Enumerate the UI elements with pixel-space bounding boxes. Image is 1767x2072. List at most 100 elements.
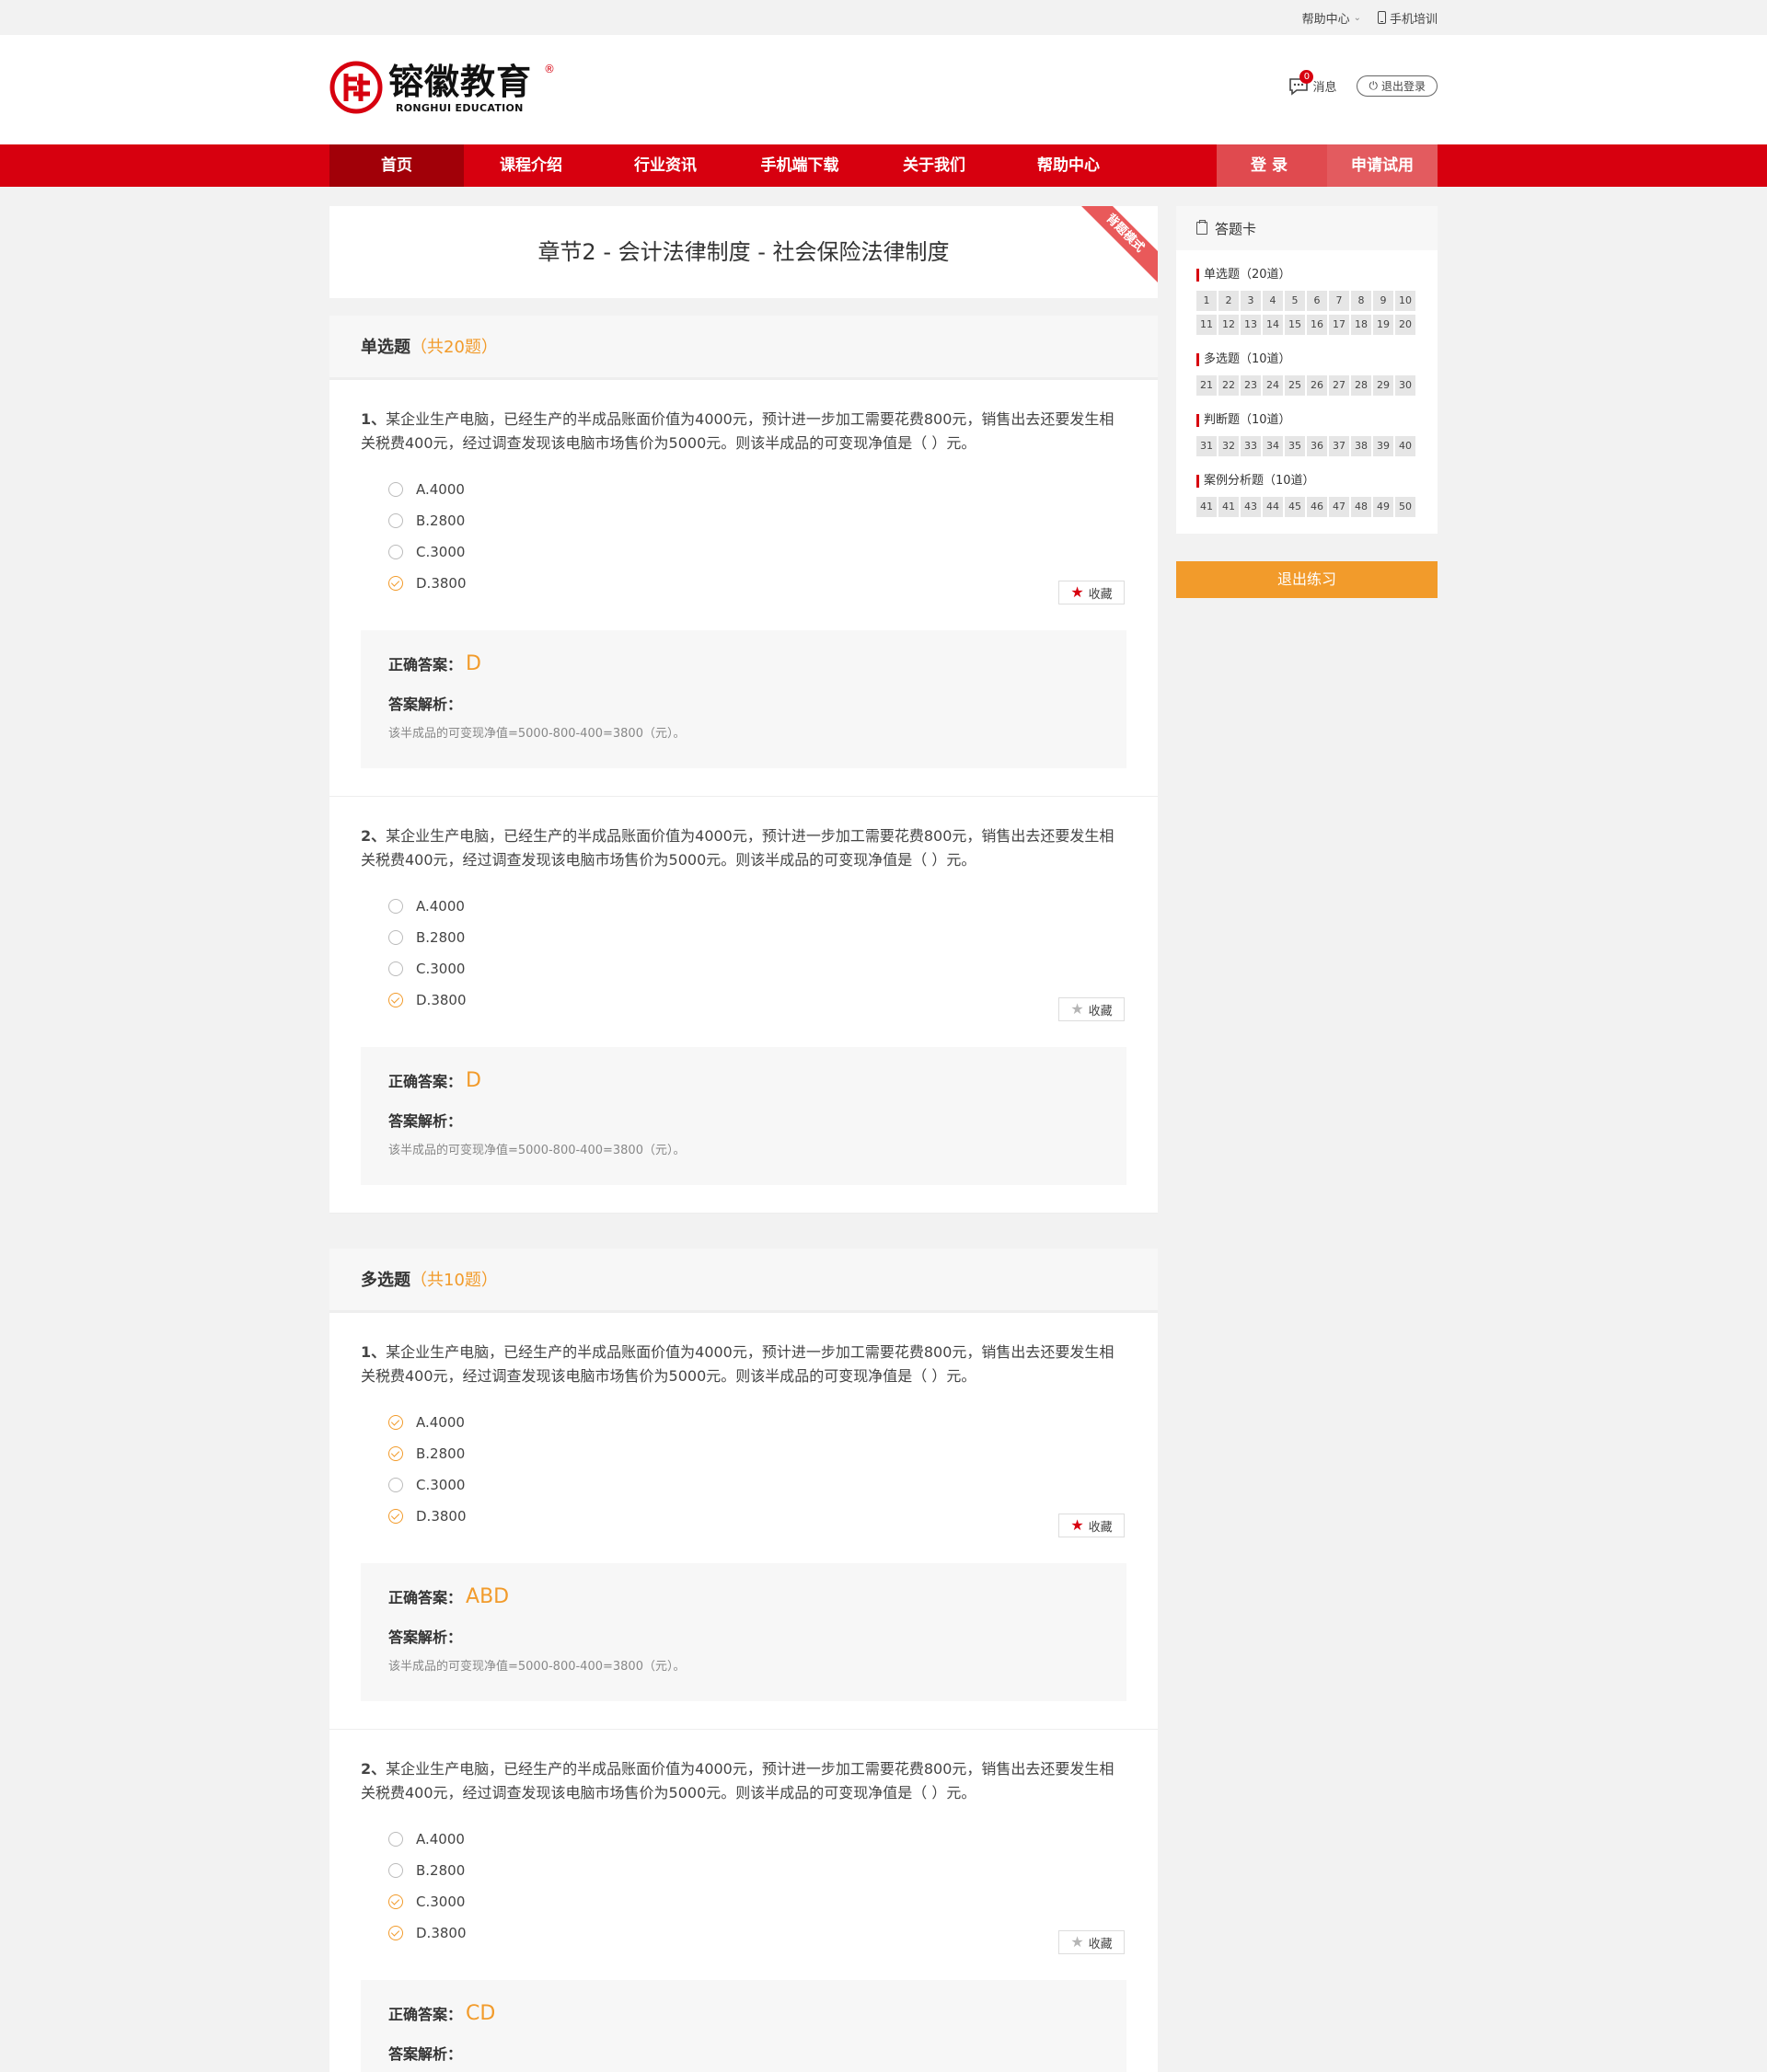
- question-number-cell[interactable]: 46: [1307, 497, 1327, 517]
- radio-empty-icon[interactable]: [388, 930, 403, 945]
- question-number-cell[interactable]: 36: [1307, 436, 1327, 456]
- question-number-cell[interactable]: 10: [1395, 291, 1415, 311]
- radio-checked-icon[interactable]: [388, 993, 403, 1007]
- question-number-cell[interactable]: 19: [1373, 315, 1393, 335]
- nav-item-news[interactable]: 行业资讯: [598, 144, 733, 187]
- answer-option[interactable]: A.4000: [388, 1824, 1126, 1855]
- question-number-cell[interactable]: 23: [1241, 375, 1261, 396]
- question-number-cell[interactable]: 22: [1218, 375, 1239, 396]
- question-number-cell[interactable]: 28: [1351, 375, 1371, 396]
- answer-option[interactable]: B.2800: [388, 1855, 1126, 1886]
- question-number-cell[interactable]: 49: [1373, 497, 1393, 517]
- radio-empty-icon[interactable]: [388, 513, 403, 528]
- radio-empty-icon[interactable]: [388, 1832, 403, 1847]
- answer-option[interactable]: C.3000: [388, 1469, 1126, 1501]
- question-number-cell[interactable]: 50: [1395, 497, 1415, 517]
- radio-checked-icon[interactable]: [388, 1446, 403, 1461]
- nav-item-courses[interactable]: 课程介绍: [464, 144, 598, 187]
- answer-option[interactable]: B.2800: [388, 505, 1126, 536]
- question-number-cell[interactable]: 18: [1351, 315, 1371, 335]
- favorite-button[interactable]: ★ 收藏: [1058, 997, 1125, 1021]
- nav-item-help[interactable]: 帮助中心: [1001, 144, 1136, 187]
- question-number-cell[interactable]: 7: [1329, 291, 1349, 311]
- question-number-cell[interactable]: 34: [1263, 436, 1283, 456]
- question-number-cell[interactable]: 26: [1307, 375, 1327, 396]
- question-number-cell[interactable]: 16: [1307, 315, 1327, 335]
- radio-empty-icon[interactable]: [388, 1478, 403, 1492]
- question-number-cell[interactable]: 39: [1373, 436, 1393, 456]
- question-number-cell[interactable]: 33: [1241, 436, 1261, 456]
- question-number-cell[interactable]: 29: [1373, 375, 1393, 396]
- nav-item-about[interactable]: 关于我们: [867, 144, 1001, 187]
- question-number-cell[interactable]: 43: [1241, 497, 1261, 517]
- question-number-cell[interactable]: 25: [1285, 375, 1305, 396]
- answer-option[interactable]: C.3000: [388, 1886, 1126, 1917]
- messages-button[interactable]: 0 消息: [1288, 69, 1336, 96]
- question-number-cell[interactable]: 11: [1196, 315, 1217, 335]
- question-number-cell[interactable]: 14: [1263, 315, 1283, 335]
- question-number-cell[interactable]: 24: [1263, 375, 1283, 396]
- nav-item-mobile-download[interactable]: 手机端下载: [733, 144, 867, 187]
- radio-empty-icon[interactable]: [388, 482, 403, 497]
- question-number-cell[interactable]: 37: [1329, 436, 1349, 456]
- question-number-cell[interactable]: 47: [1329, 497, 1349, 517]
- favorite-button[interactable]: ★ 收藏: [1058, 1514, 1125, 1537]
- question-number-cell[interactable]: 41: [1218, 497, 1239, 517]
- question-number-cell[interactable]: 13: [1241, 315, 1261, 335]
- radio-checked-icon[interactable]: [388, 576, 403, 591]
- question-number-cell[interactable]: 40: [1395, 436, 1415, 456]
- nav-item-home[interactable]: 首页: [329, 144, 464, 187]
- question-number-cell[interactable]: 38: [1351, 436, 1371, 456]
- radio-empty-icon[interactable]: [388, 961, 403, 976]
- question-number-cell[interactable]: 32: [1218, 436, 1239, 456]
- mobile-training-link[interactable]: 手机培训: [1377, 9, 1438, 27]
- question-number-cell[interactable]: 5: [1285, 291, 1305, 311]
- question-number-cell[interactable]: 8: [1351, 291, 1371, 311]
- exit-practice-button[interactable]: 退出练习: [1176, 561, 1438, 598]
- answer-option[interactable]: C.3000: [388, 953, 1126, 984]
- radio-checked-icon[interactable]: [388, 1894, 403, 1909]
- question-number-cell[interactable]: 44: [1263, 497, 1283, 517]
- question-number-cell[interactable]: 9: [1373, 291, 1393, 311]
- answer-option[interactable]: D.3800: [388, 984, 1126, 1016]
- answer-option[interactable]: A.4000: [388, 891, 1126, 922]
- question-number-cell[interactable]: 6: [1307, 291, 1327, 311]
- question-number-cell[interactable]: 35: [1285, 436, 1305, 456]
- question-number-cell[interactable]: 3: [1241, 291, 1261, 311]
- question-number-cell[interactable]: 48: [1351, 497, 1371, 517]
- login-button[interactable]: 登录: [1217, 144, 1327, 187]
- radio-empty-icon[interactable]: [388, 899, 403, 914]
- radio-empty-icon[interactable]: [388, 1863, 403, 1878]
- apply-trial-button[interactable]: 申请试用: [1327, 144, 1438, 187]
- favorite-button[interactable]: ★ 收藏: [1058, 1930, 1125, 1954]
- question-number-cell[interactable]: 21: [1196, 375, 1217, 396]
- radio-checked-icon[interactable]: [388, 1509, 403, 1524]
- question-number-cell[interactable]: 4: [1263, 291, 1283, 311]
- question-number-cell[interactable]: 31: [1196, 436, 1217, 456]
- question-number-cell[interactable]: 41: [1196, 497, 1217, 517]
- question-number-cell[interactable]: 45: [1285, 497, 1305, 517]
- answer-option[interactable]: D.3800: [388, 1501, 1126, 1532]
- question-number-cell[interactable]: 2: [1218, 291, 1239, 311]
- help-center-link[interactable]: 帮助中心 ⌄: [1302, 9, 1361, 27]
- answer-option[interactable]: A.4000: [388, 1407, 1126, 1438]
- answer-option[interactable]: A.4000: [388, 474, 1126, 505]
- answer-option[interactable]: B.2800: [388, 922, 1126, 953]
- site-logo[interactable]: 镕徽教育 RONGHUI EDUCATION ®: [329, 61, 555, 114]
- question-number-cell[interactable]: 12: [1218, 315, 1239, 335]
- radio-empty-icon[interactable]: [388, 545, 403, 559]
- question-number-cell[interactable]: 27: [1329, 375, 1349, 396]
- question-number-cell[interactable]: 1: [1196, 291, 1217, 311]
- answer-option[interactable]: D.3800: [388, 568, 1126, 599]
- question-number-cell[interactable]: 17: [1329, 315, 1349, 335]
- question-number-cell[interactable]: 15: [1285, 315, 1305, 335]
- radio-checked-icon[interactable]: [388, 1926, 403, 1940]
- answer-option[interactable]: B.2800: [388, 1438, 1126, 1469]
- favorite-button[interactable]: ★ 收藏: [1058, 581, 1125, 604]
- logout-button[interactable]: ⏻ 退出登录: [1357, 75, 1438, 97]
- answer-option[interactable]: C.3000: [388, 536, 1126, 568]
- answer-option[interactable]: D.3800: [388, 1917, 1126, 1949]
- question-number-cell[interactable]: 20: [1395, 315, 1415, 335]
- radio-checked-icon[interactable]: [388, 1415, 403, 1430]
- question-number-cell[interactable]: 30: [1395, 375, 1415, 396]
